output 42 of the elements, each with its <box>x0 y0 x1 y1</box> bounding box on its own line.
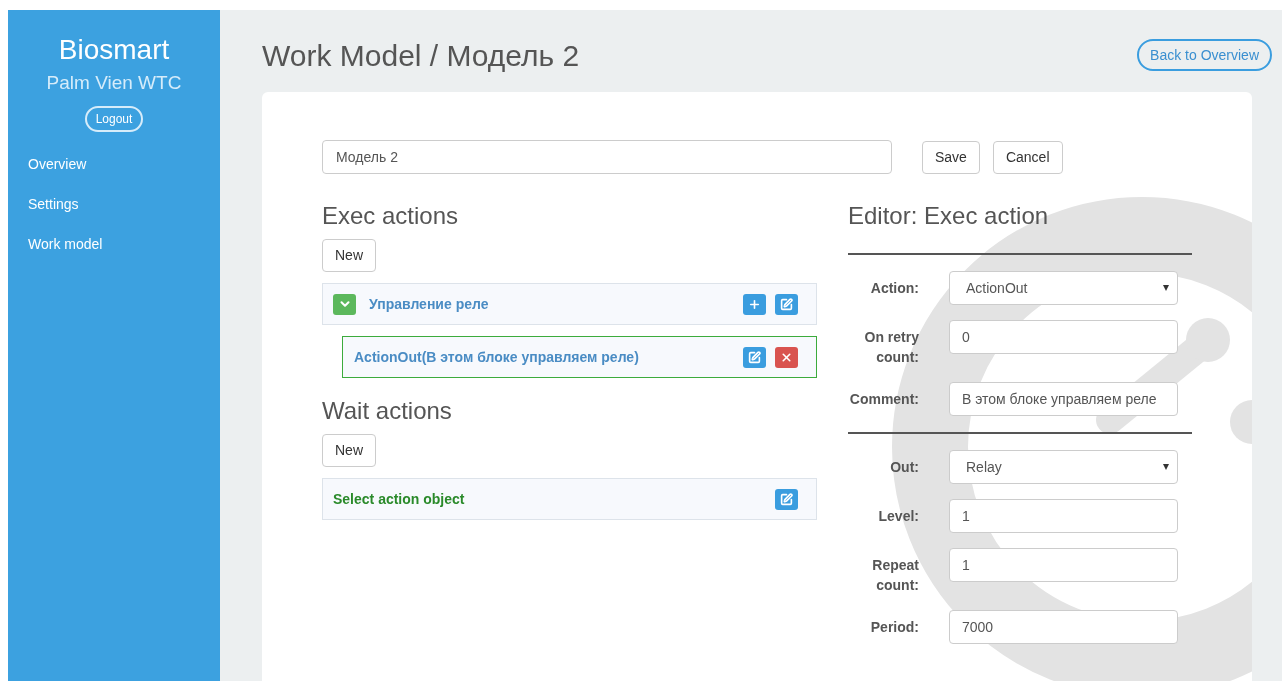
new-button[interactable]: New <box>322 239 376 272</box>
input-field[interactable]: 1 <box>949 548 1178 582</box>
section-heading: Wait actions <box>322 396 453 426</box>
edit-icon <box>780 492 793 506</box>
action-label: Select action object <box>333 489 466 509</box>
edit-button[interactable] <box>743 346 766 368</box>
select-field[interactable]: ActionOut <box>949 271 1178 305</box>
input-field[interactable]: 1 <box>949 499 1178 533</box>
select-field[interactable]: Relay <box>949 450 1178 484</box>
field-label: Out: <box>889 458 919 477</box>
form-button[interactable]: Save <box>922 140 980 174</box>
field-label: Period: <box>869 618 919 637</box>
field-label: Repeat count: <box>871 556 919 595</box>
model-name-field[interactable]: Модель 2 <box>322 140 892 174</box>
dropdown-caret-icon <box>1163 464 1169 470</box>
section-heading: Exec actions <box>322 201 460 231</box>
edit-button[interactable] <box>775 488 798 510</box>
close-icon <box>780 350 793 364</box>
field-label: Action: <box>869 279 919 298</box>
input-field[interactable]: 7000 <box>949 610 1178 644</box>
field-label: Comment: <box>848 390 919 409</box>
page-title: Work Model / Модель 2 <box>262 37 580 74</box>
input-field[interactable]: 0 <box>949 320 1178 354</box>
edit-icon <box>748 350 761 364</box>
brand-title: Biosmart <box>57 33 171 67</box>
action-label: Управление реле <box>369 294 490 314</box>
edit-icon <box>780 297 793 311</box>
plus-icon <box>748 297 761 311</box>
edit-button[interactable] <box>775 293 798 315</box>
dropdown-caret-icon <box>1163 285 1169 291</box>
delete-button[interactable] <box>775 346 798 368</box>
expand-toggle[interactable] <box>333 293 356 315</box>
action-row[interactable]: Select action object <box>322 478 817 520</box>
field-label: On retry count: <box>863 328 919 367</box>
input-field[interactable]: В этом блоке управляем реле <box>949 382 1178 416</box>
add-button[interactable] <box>743 293 766 315</box>
new-button[interactable]: New <box>322 434 376 467</box>
action-label: ActionOut(В этом блоке управляем реле) <box>353 347 640 367</box>
site-name: Palm Vien WTC <box>45 71 183 95</box>
editor-heading: Editor: Exec action <box>848 201 1050 231</box>
field-label: Level: <box>877 507 919 526</box>
form-button[interactable]: Cancel <box>992 140 1063 174</box>
